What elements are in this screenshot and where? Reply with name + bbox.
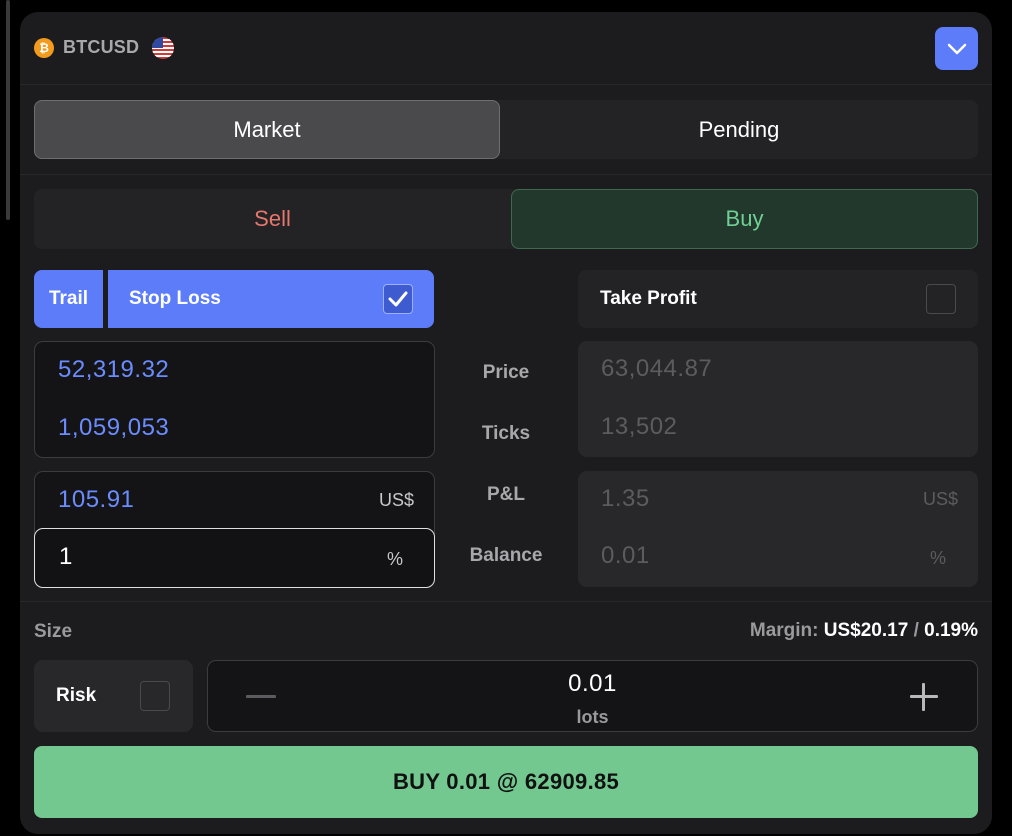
stop-loss-ticks-input[interactable]: 1,059,053 bbox=[58, 414, 169, 442]
stop-loss-balance-field[interactable]: 1 % bbox=[34, 528, 435, 588]
take-profit-price-group: 63,044.87 13,502 bbox=[578, 341, 978, 457]
take-profit-balance-unit: % bbox=[929, 548, 946, 568]
margin-label: Margin: bbox=[749, 620, 819, 641]
chevron-down-icon bbox=[947, 43, 966, 54]
tabs-divider bbox=[20, 174, 992, 175]
tab-market[interactable]: Market bbox=[34, 100, 500, 159]
margin-info: Margin: US$20.17 / 0.19% bbox=[750, 620, 978, 642]
take-profit-price-input[interactable]: 63,044.87 bbox=[601, 355, 712, 383]
lots-input[interactable]: 0.01 bbox=[208, 670, 977, 698]
stop-loss-balance-unit: % bbox=[386, 549, 403, 569]
tab-pending[interactable]: Pending bbox=[500, 100, 978, 159]
symbol-label: BTCUSD bbox=[63, 37, 140, 57]
price-label: Price bbox=[482, 362, 530, 383]
margin-value: US$20.17 bbox=[823, 620, 909, 641]
risk-checkbox[interactable] bbox=[140, 681, 170, 711]
take-profit-balance-input[interactable]: 0.01 bbox=[601, 542, 650, 570]
order-panel: ₿ BTCUSD Market Pending Sell Buy Trail S… bbox=[20, 12, 992, 834]
stop-loss-pnl-input[interactable]: 105.91 bbox=[58, 486, 134, 514]
trail-toggle[interactable]: Trail bbox=[34, 270, 103, 328]
scrollbar[interactable] bbox=[6, 0, 10, 220]
balance-label: Balance bbox=[469, 545, 543, 566]
take-profit-amount-group: 1.35 US$ 0.01 % bbox=[578, 471, 978, 587]
tab-sell[interactable]: Sell bbox=[34, 189, 511, 249]
stop-loss-price-input[interactable]: 52,319.32 bbox=[58, 356, 169, 384]
stop-loss-amount-group: 105.91 US$ 1 % bbox=[34, 471, 435, 588]
size-divider bbox=[20, 601, 992, 602]
us-flag-icon bbox=[152, 37, 174, 59]
take-profit-ticks-input[interactable]: 13,502 bbox=[601, 413, 677, 441]
risk-toggle[interactable]: Risk bbox=[34, 660, 193, 732]
take-profit-toggle[interactable]: Take Profit bbox=[578, 270, 978, 328]
take-profit-pnl-input[interactable]: 1.35 bbox=[601, 485, 650, 513]
take-profit-label: Take Profit bbox=[600, 288, 697, 309]
increase-lots-button[interactable] bbox=[892, 675, 956, 719]
stop-loss-balance-input[interactable]: 1 bbox=[59, 543, 72, 571]
submit-order-button[interactable]: BUY 0.01 @ 62909.85 bbox=[34, 746, 978, 818]
ticks-label: Ticks bbox=[481, 423, 531, 444]
stop-loss-checkbox[interactable] bbox=[383, 284, 413, 314]
size-label: Size bbox=[34, 621, 73, 642]
tab-buy[interactable]: Buy bbox=[511, 189, 978, 249]
stop-loss-label: Stop Loss bbox=[129, 288, 221, 309]
risk-label: Risk bbox=[56, 685, 97, 706]
lots-unit: lots bbox=[576, 707, 609, 727]
side-tabs: Sell Buy bbox=[34, 189, 978, 249]
stop-loss-pnl-unit: US$ bbox=[378, 490, 414, 510]
pnl-label: P&L bbox=[487, 484, 525, 505]
lots-stepper: 0.01 lots bbox=[207, 660, 978, 732]
margin-separator: / bbox=[913, 620, 919, 641]
checkmark-icon bbox=[388, 291, 408, 307]
collapse-button[interactable] bbox=[935, 27, 978, 70]
order-type-tabs: Market Pending bbox=[34, 100, 978, 159]
margin-percent: 0.19% bbox=[924, 620, 978, 641]
take-profit-checkbox[interactable] bbox=[926, 284, 956, 314]
stop-loss-price-group: 52,319.32 1,059,053 bbox=[34, 341, 435, 458]
header-divider bbox=[20, 84, 992, 85]
bitcoin-icon: ₿ bbox=[34, 38, 54, 58]
stop-loss-toggle[interactable]: Stop Loss bbox=[108, 270, 434, 328]
plus-icon-vertical bbox=[922, 683, 925, 711]
take-profit-pnl-unit: US$ bbox=[922, 489, 958, 509]
